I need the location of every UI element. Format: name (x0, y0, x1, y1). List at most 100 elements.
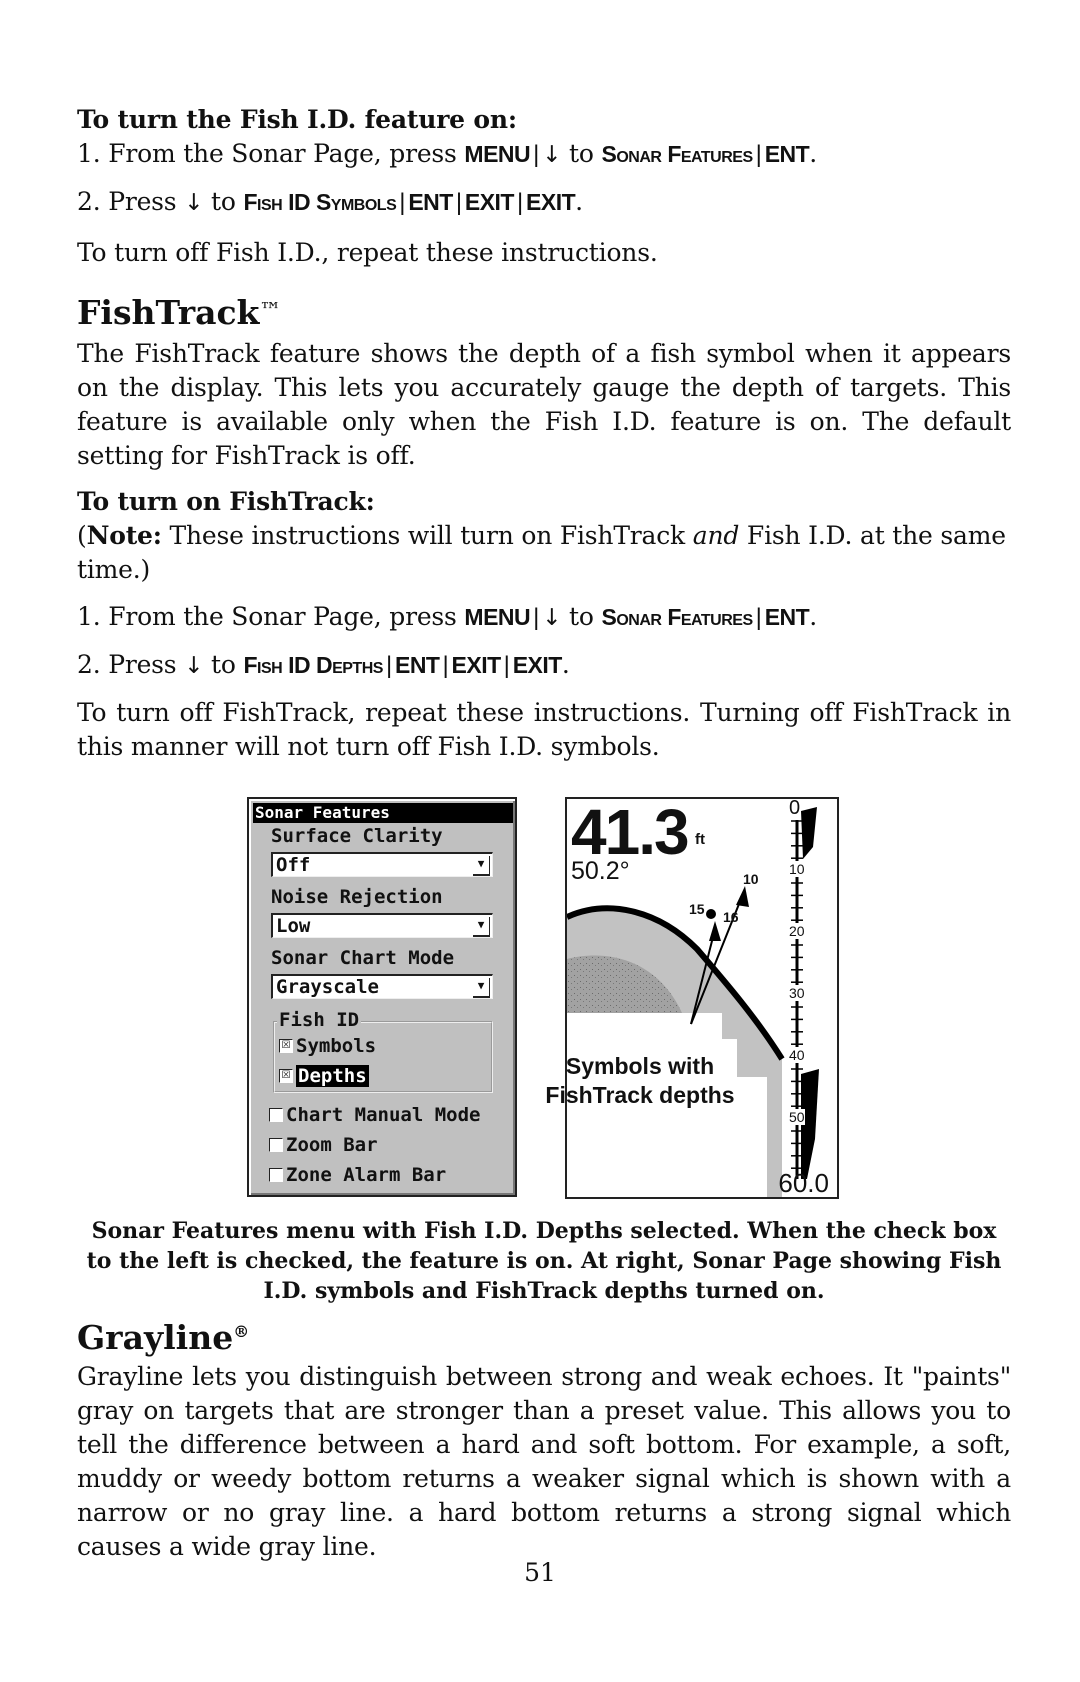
page-number: 51 (524, 1558, 556, 1587)
title-text: Grayline (77, 1318, 234, 1357)
checkbox-checked-icon: ☒ (279, 1069, 293, 1083)
scale-label: 30 (789, 985, 805, 1001)
step-text: to (561, 602, 602, 631)
figure-caption: Sonar Features menu with Fish I.D. Depth… (86, 1218, 1002, 1304)
scale-label: 40 (789, 1047, 805, 1063)
grayline-section: Grayline® Grayline lets you distinguish … (77, 1312, 1011, 1564)
down-arrow-icon: ↓ (542, 605, 562, 631)
separator: | (533, 604, 540, 631)
checkbox-label: Zoom Bar (286, 1134, 378, 1156)
sonar-page-display: 41.3 ft 50.2° 0 10 20 30 40 50 10 15 16 … (565, 797, 839, 1199)
checkbox-label-selected: Depths (296, 1065, 369, 1087)
scale-top-label: 0 (789, 797, 801, 820)
checkbox-unchecked-icon (269, 1108, 283, 1122)
fishtrack-section: FishTrack™ The FishTrack feature shows t… (77, 292, 1011, 764)
checkbox-label: Zone Alarm Bar (286, 1164, 447, 1186)
arrowhead-icon (736, 886, 749, 907)
separator: | (455, 189, 462, 216)
down-arrow-icon: ↓ (542, 142, 562, 168)
period: . (575, 187, 583, 216)
chart-manual-mode-checkbox[interactable]: Chart Manual Mode (269, 1104, 480, 1126)
range-bottom-label: 60.0 (778, 1168, 829, 1198)
chevron-down-icon: ▼ (473, 856, 490, 876)
zoom-bar-checkbox[interactable]: Zoom Bar (269, 1134, 378, 1156)
fish-depth-label: 10 (743, 871, 759, 887)
dropdown-value: Off (276, 854, 311, 876)
step-text: to (203, 187, 244, 216)
section-heading: To turn the Fish I.D. feature on: (77, 105, 517, 134)
symbols-checkbox[interactable]: ☒ Symbols (279, 1035, 376, 1057)
step-text: 1. From the Sonar Page, press (77, 602, 465, 631)
checkbox-label: Symbols (296, 1035, 377, 1057)
period: . (809, 602, 817, 631)
fish-id-on-section: To turn the Fish I.D. feature on: 1. Fro… (77, 103, 1011, 270)
section-title: Grayline® (77, 1312, 1011, 1358)
separator: | (385, 652, 392, 679)
separator: | (442, 652, 449, 679)
separator: | (755, 604, 762, 631)
paren: ( (77, 521, 87, 550)
step-text: 1. From the Sonar Page, press (77, 139, 465, 168)
dropdown-value: Low (276, 915, 311, 937)
note-emphasis: and (692, 521, 740, 550)
depths-checkbox[interactable]: ☒ Depths (279, 1065, 369, 1087)
step-text: 2. Press (77, 187, 185, 216)
sonar-features-key: Sonar Features (601, 604, 753, 630)
fish-id-depths-key: Fish ID Depths (243, 652, 383, 678)
trademark: ™ (259, 299, 282, 324)
chevron-down-icon: ▼ (473, 978, 490, 998)
fishtrack-note: (Note: These instructions will turn on F… (77, 519, 1011, 587)
noise-rejection-dropdown[interactable]: Low ▼ (271, 913, 493, 938)
menu-key: MENU (464, 604, 531, 630)
scale-label: 10 (789, 861, 805, 877)
fish-depth-label: 15 (689, 901, 705, 917)
fish-symbol-icon (706, 909, 716, 919)
instruction-step-1: 1. From the Sonar Page, press MENU | ↓ to … (77, 600, 1011, 635)
registered-mark: ® (233, 1322, 250, 1341)
surface-clarity-dropdown[interactable]: Off ▼ (271, 852, 493, 877)
menu-key: MENU (464, 141, 531, 167)
checkbox-label: Chart Manual Mode (286, 1104, 481, 1126)
instruction-step-2: 2. Press ↓ to Fish ID Symbols | ENT | EXIT | E… (77, 185, 1011, 220)
separator: | (516, 189, 524, 216)
noise-rejection-label: Noise Rejection (271, 886, 443, 908)
surface-clarity-label: Surface Clarity (271, 825, 443, 847)
arrowhead-icon (709, 921, 721, 941)
step-text: to (561, 139, 602, 168)
ent-key: ENT (394, 652, 440, 678)
sonar-chart-mode-label: Sonar Chart Mode (271, 947, 455, 969)
fish-depth-label: 16 (723, 909, 739, 925)
exit-key: EXIT (526, 189, 576, 215)
chevron-down-icon: ▼ (473, 917, 490, 937)
instruction-step-1: 1. From the Sonar Page, press MENU | ↓ to … (77, 137, 1011, 172)
step-text: to (203, 650, 244, 679)
turn-off-note: To turn off Fish I.D., repeat these inst… (77, 238, 658, 267)
ent-key: ENT (764, 141, 810, 167)
exit-key: EXIT (464, 189, 515, 215)
scale-label: 20 (789, 923, 805, 939)
fish-id-group-label: Fish ID (277, 1009, 362, 1031)
sonar-features-menu: Sonar Features Surface Clarity Off ▼ Nois… (247, 797, 517, 1197)
zone-alarm-bar-checkbox[interactable]: Zone Alarm Bar (269, 1164, 446, 1186)
grayline-body: Grayline lets you distinguish between st… (77, 1362, 1011, 1561)
fish-id-symbols-key: Fish ID Symbols (243, 189, 397, 215)
title-text: FishTrack (77, 293, 260, 332)
fishtrack-off-note: To turn off FishTrack, repeat these inst… (77, 698, 1011, 761)
checkbox-checked-icon: ☒ (279, 1039, 293, 1053)
separator: | (503, 652, 510, 679)
sonar-chart-mode-dropdown[interactable]: Grayscale ▼ (271, 974, 493, 999)
down-arrow-icon: ↓ (184, 653, 204, 679)
fishtrack-subheading: To turn on FishTrack: (77, 487, 375, 516)
step-text: 2. Press (77, 650, 185, 679)
down-arrow-icon: ↓ (184, 190, 204, 216)
exit-key: EXIT (451, 652, 502, 678)
ent-key: ENT (764, 604, 810, 630)
dropdown-value: Grayscale (276, 976, 379, 998)
separator: | (399, 189, 406, 216)
exit-key: EXIT (512, 652, 563, 678)
note-label: Note: (86, 521, 162, 550)
temperature-readout: 50.2° (571, 857, 630, 885)
period: . (561, 650, 570, 679)
section-title: FishTrack™ (77, 292, 1011, 333)
checkbox-unchecked-icon (269, 1138, 283, 1152)
